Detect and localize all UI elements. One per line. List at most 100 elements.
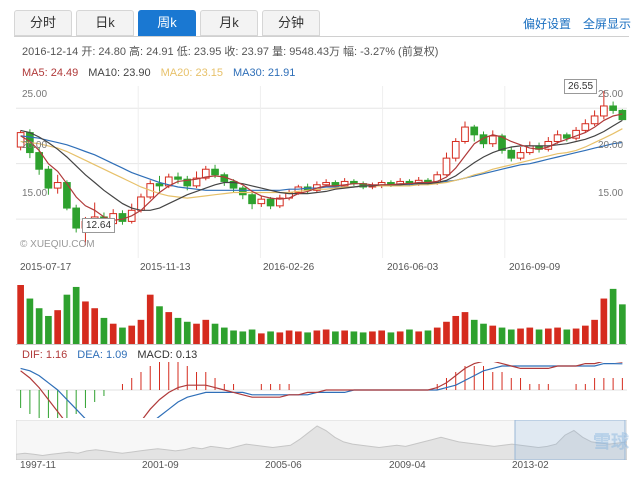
volume-bar bbox=[35, 308, 43, 345]
candle-body bbox=[451, 140, 460, 159]
volume-bar bbox=[424, 330, 432, 345]
volume-bar bbox=[72, 286, 80, 345]
high-price-callout: 26.55 bbox=[564, 79, 598, 94]
y-tick-left-25: 25.00 bbox=[22, 89, 48, 100]
volume-bar bbox=[619, 304, 626, 345]
candle-body bbox=[35, 152, 43, 170]
volume-bar bbox=[461, 312, 469, 345]
candle-body bbox=[600, 105, 608, 117]
volume-bar bbox=[295, 331, 302, 345]
y-tick-right-20: 20.00 bbox=[598, 140, 624, 151]
nav-tick: 1997-11 bbox=[20, 460, 56, 471]
volume-bar bbox=[304, 332, 311, 345]
volume-bar bbox=[332, 331, 339, 345]
volume-bar bbox=[91, 308, 99, 345]
volume-bar bbox=[563, 329, 571, 345]
volume-bar bbox=[137, 319, 145, 345]
volume-bar bbox=[452, 315, 460, 345]
tab-monthly-k[interactable]: 月k bbox=[200, 10, 258, 36]
candle-body bbox=[266, 198, 275, 207]
tab-weekly-k[interactable]: 周k bbox=[138, 10, 196, 36]
xueqiu-watermark: © XUEQIU.COM bbox=[20, 239, 95, 250]
ma-legend: MA5: 24.49 MA10: 23.90 MA20: 23.15 MA30:… bbox=[22, 67, 295, 79]
volume-bar bbox=[156, 306, 163, 345]
volume-bar bbox=[202, 319, 210, 345]
range-navigator[interactable] bbox=[16, 420, 627, 460]
candle-body bbox=[53, 182, 62, 189]
candle-body bbox=[590, 115, 599, 125]
volume-bar bbox=[489, 325, 497, 345]
volume-bar bbox=[63, 294, 71, 345]
volume-bar bbox=[591, 319, 598, 345]
ma20-label: MA20: 23.15 bbox=[160, 67, 224, 79]
candle-body bbox=[238, 187, 247, 196]
dif-label: DIF: 1.16 bbox=[22, 349, 68, 361]
candle-body bbox=[442, 157, 451, 176]
candle-body bbox=[72, 207, 81, 229]
volume-bar bbox=[535, 329, 543, 345]
ohlc-info-line: 2016-12-14 开: 24.80 高: 24.91 低: 23.95 收:… bbox=[22, 46, 439, 58]
candle-body bbox=[461, 126, 469, 142]
ma10-line bbox=[20, 119, 623, 211]
candle-body bbox=[581, 123, 590, 131]
candle-body bbox=[248, 194, 256, 205]
volume-bar bbox=[517, 328, 524, 345]
volume-bar bbox=[174, 317, 182, 345]
candle-body bbox=[211, 168, 219, 176]
volume-bar bbox=[119, 327, 126, 345]
preferences-link[interactable]: 偏好设置 bbox=[523, 15, 571, 32]
volume-bar bbox=[230, 330, 237, 345]
fullscreen-link[interactable]: 全屏显示 bbox=[583, 15, 631, 32]
volume-bar bbox=[443, 321, 450, 345]
volume-bar bbox=[544, 328, 552, 345]
x-tick: 2016-06-03 bbox=[387, 262, 439, 273]
navigator-axis: 1997-11 2001-09 2005-06 2009-04 2013-02 bbox=[16, 460, 627, 476]
candle-body bbox=[488, 135, 497, 145]
tab-daily-k[interactable]: 日k bbox=[76, 10, 134, 36]
ma5-line bbox=[20, 113, 623, 221]
volume-bar bbox=[498, 327, 506, 345]
nav-tick: 2005-06 bbox=[265, 460, 302, 471]
volume-bar bbox=[26, 298, 34, 345]
volume-bar bbox=[313, 330, 321, 345]
macd-value-label: MACD: 0.13 bbox=[137, 349, 198, 361]
candle-body bbox=[155, 183, 164, 187]
x-tick: 2015-07-17 bbox=[20, 262, 72, 273]
volume-bar bbox=[285, 330, 293, 345]
volume-bar bbox=[480, 323, 487, 345]
x-tick: 2016-09-09 bbox=[509, 262, 561, 273]
volume-bar bbox=[146, 294, 154, 345]
volume-bar bbox=[572, 328, 580, 345]
volume-bar bbox=[239, 331, 247, 345]
volume-bar bbox=[600, 298, 608, 345]
volume-bar bbox=[341, 330, 348, 345]
nav-tick: 2001-09 bbox=[142, 460, 179, 471]
period-tabs: 分时 日k 周k 月k 分钟 bbox=[14, 10, 320, 36]
y-tick-left-20: 20.00 bbox=[22, 140, 48, 151]
volume-bar bbox=[378, 330, 386, 345]
volume-bar bbox=[582, 325, 589, 345]
volume-bar bbox=[406, 329, 413, 345]
volume-bar bbox=[276, 332, 284, 345]
volume-bar bbox=[470, 319, 478, 345]
volume-bar bbox=[82, 301, 89, 345]
tab-intraday[interactable]: 分时 bbox=[14, 10, 72, 36]
xueqiu-logo: 雪球 bbox=[593, 432, 629, 452]
volume-bar bbox=[128, 325, 136, 345]
volume-bar bbox=[554, 327, 561, 345]
volume-bar bbox=[387, 332, 395, 345]
volume-bar bbox=[211, 323, 219, 345]
candle-body bbox=[516, 152, 525, 159]
header-divider bbox=[14, 36, 629, 37]
tab-minute[interactable]: 分钟 bbox=[262, 10, 320, 36]
volume-bar bbox=[369, 331, 376, 345]
x-tick: 2015-11-13 bbox=[140, 262, 191, 273]
y-tick-right-15: 15.00 bbox=[598, 188, 624, 199]
candle-body bbox=[44, 168, 53, 189]
volume-bar bbox=[165, 312, 173, 345]
volume-chart bbox=[16, 285, 627, 345]
volume-bar bbox=[257, 333, 265, 345]
candle-body bbox=[562, 134, 571, 139]
x-axis: 2015-07-17 2015-11-13 2016-02-26 2016-06… bbox=[16, 258, 627, 278]
candle-body bbox=[553, 134, 562, 142]
